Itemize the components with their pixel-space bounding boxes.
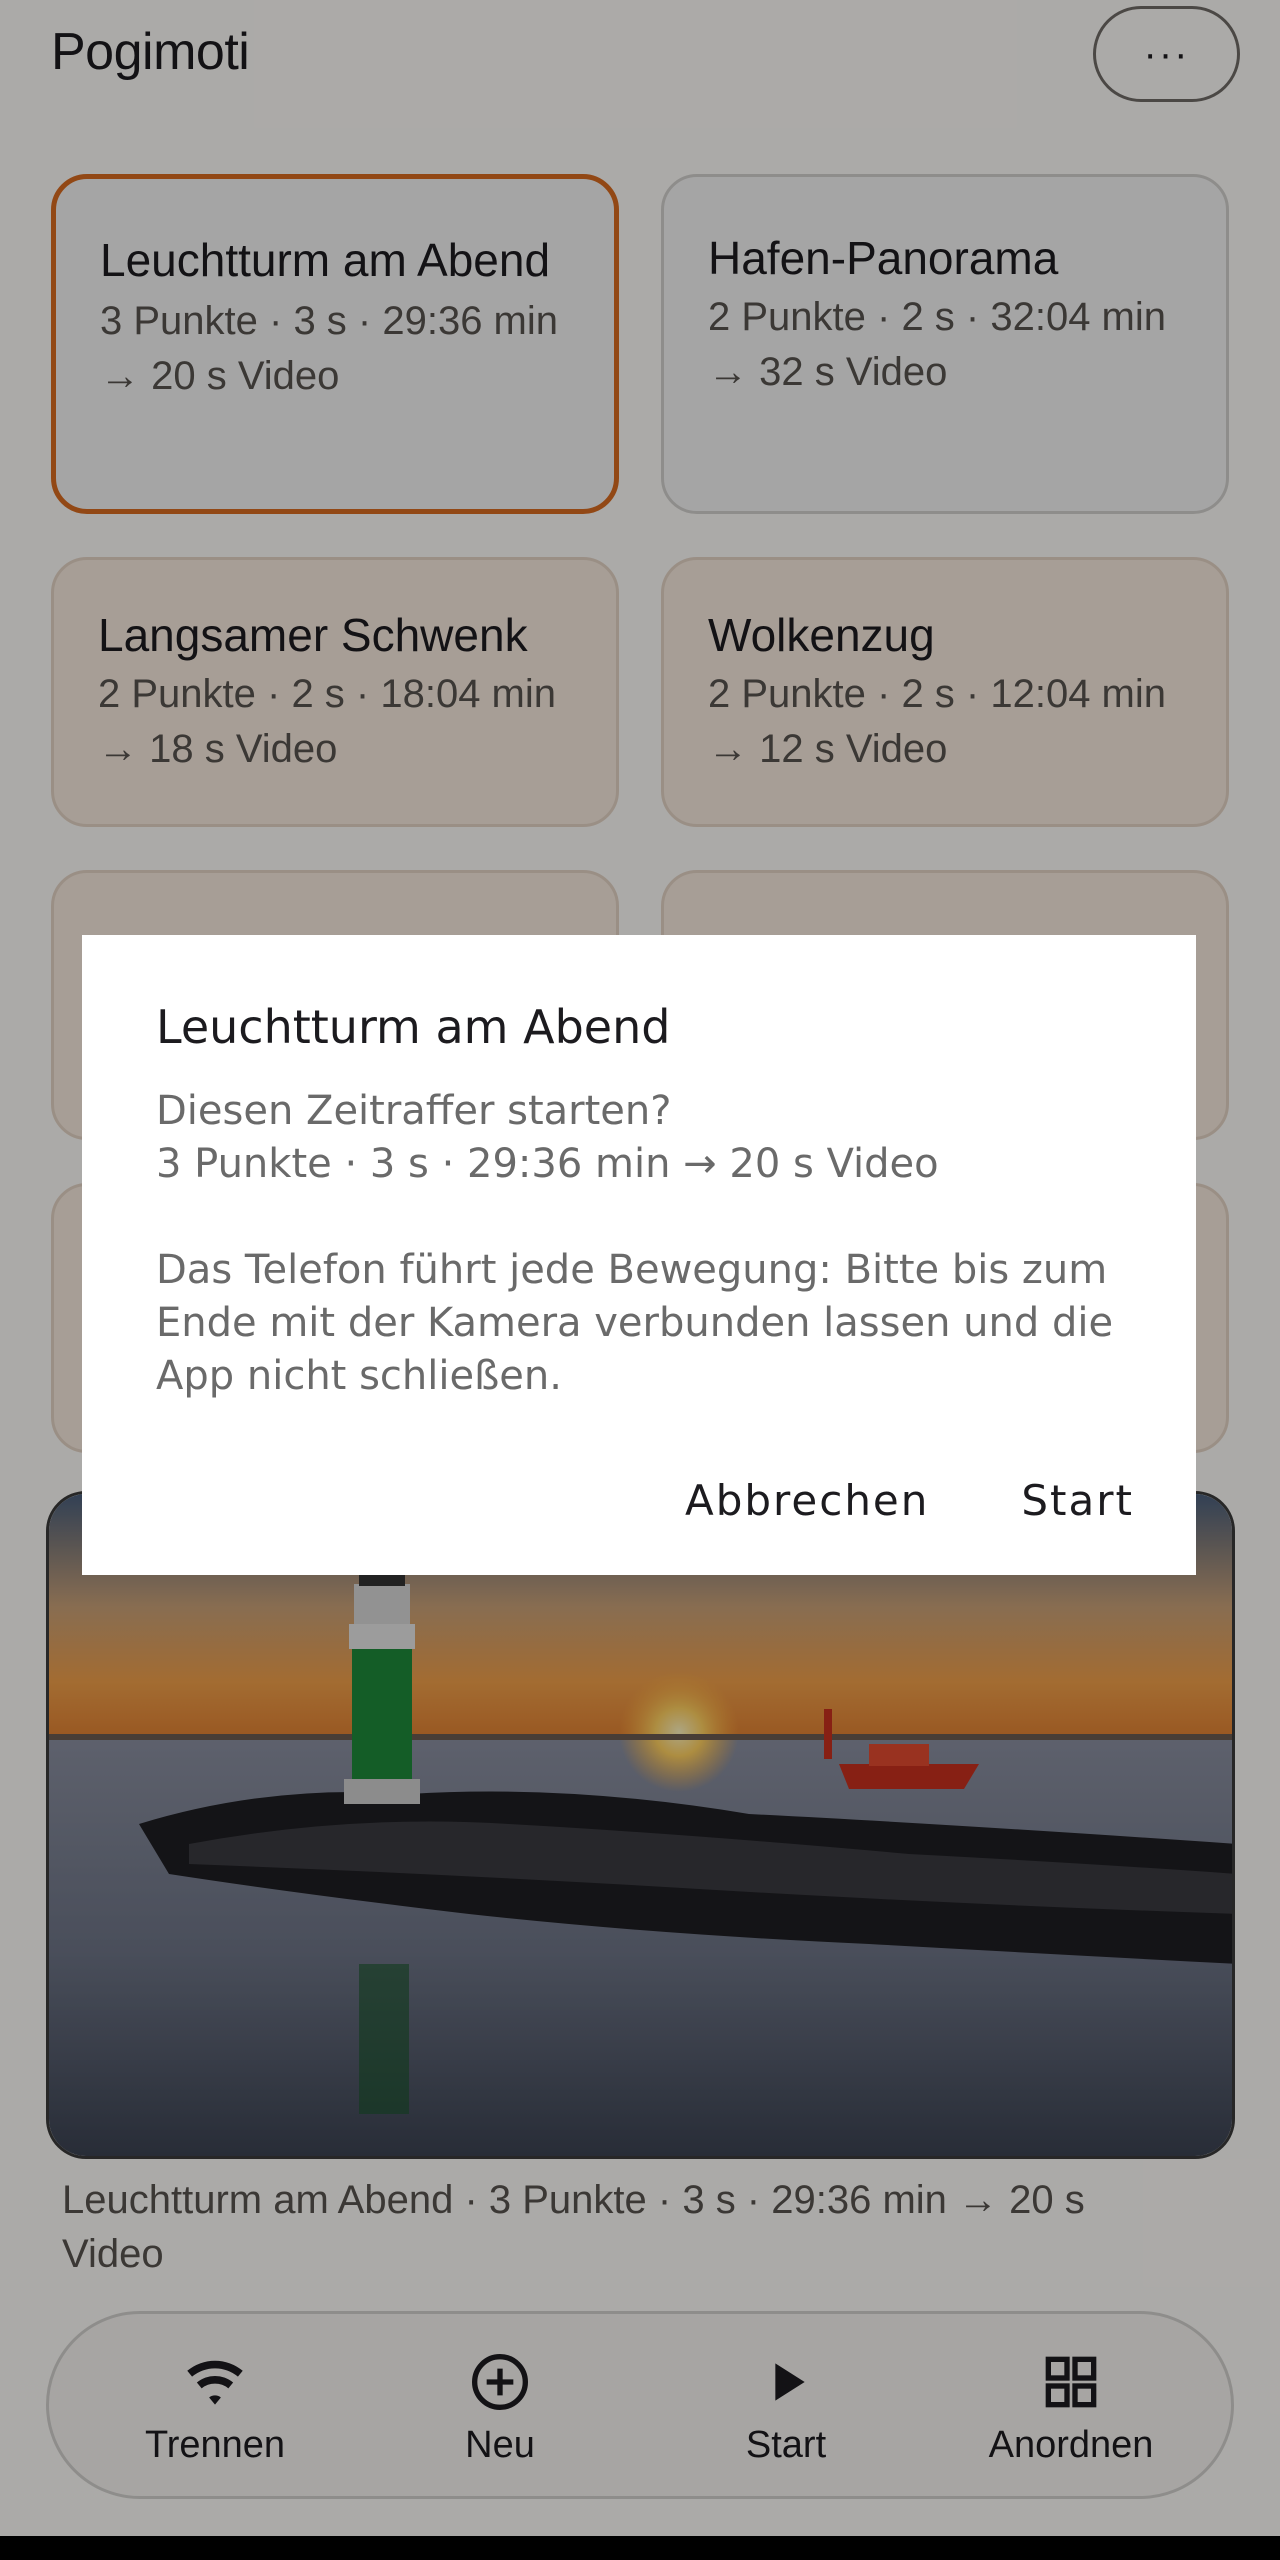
start-confirmation-dialog: Leuchtturm am Abend Diesen Zeitraffer st… xyxy=(82,935,1196,1575)
dialog-body: Diesen Zeitraffer starten? 3 Punkte · 3 … xyxy=(156,1085,1122,1403)
dialog-title: Leuchtturm am Abend xyxy=(156,1000,671,1054)
system-navigation-bar xyxy=(0,2536,1280,2560)
dialog-question: Diesen Zeitraffer starten? xyxy=(156,1088,672,1134)
dialog-summary: 3 Punkte · 3 s · 29:36 min → 20 s Video xyxy=(156,1141,939,1187)
dialog-warning: Das Telefon führt jede Bewegung: Bitte b… xyxy=(156,1247,1114,1399)
cancel-button[interactable]: Abbrechen xyxy=(685,1476,929,1525)
start-button[interactable]: Start xyxy=(1021,1476,1134,1525)
dialog-actions: Abbrechen Start xyxy=(685,1476,1134,1525)
